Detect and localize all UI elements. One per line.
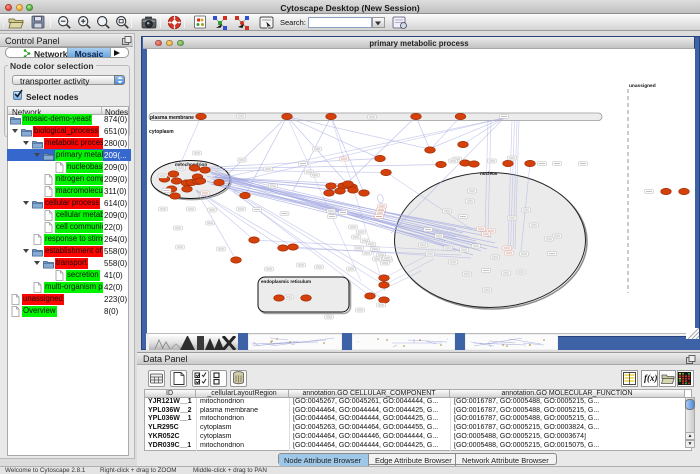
svg-text:plasma membrane: plasma membrane	[150, 115, 194, 121]
svg-text:cytoplasm: cytoplasm	[149, 129, 174, 135]
svg-text:nucleus: nucleus	[480, 171, 498, 176]
svg-text:unassigned: unassigned	[629, 83, 656, 89]
svg-text:endoplasmic reticulum: endoplasmic reticulum	[261, 279, 311, 284]
